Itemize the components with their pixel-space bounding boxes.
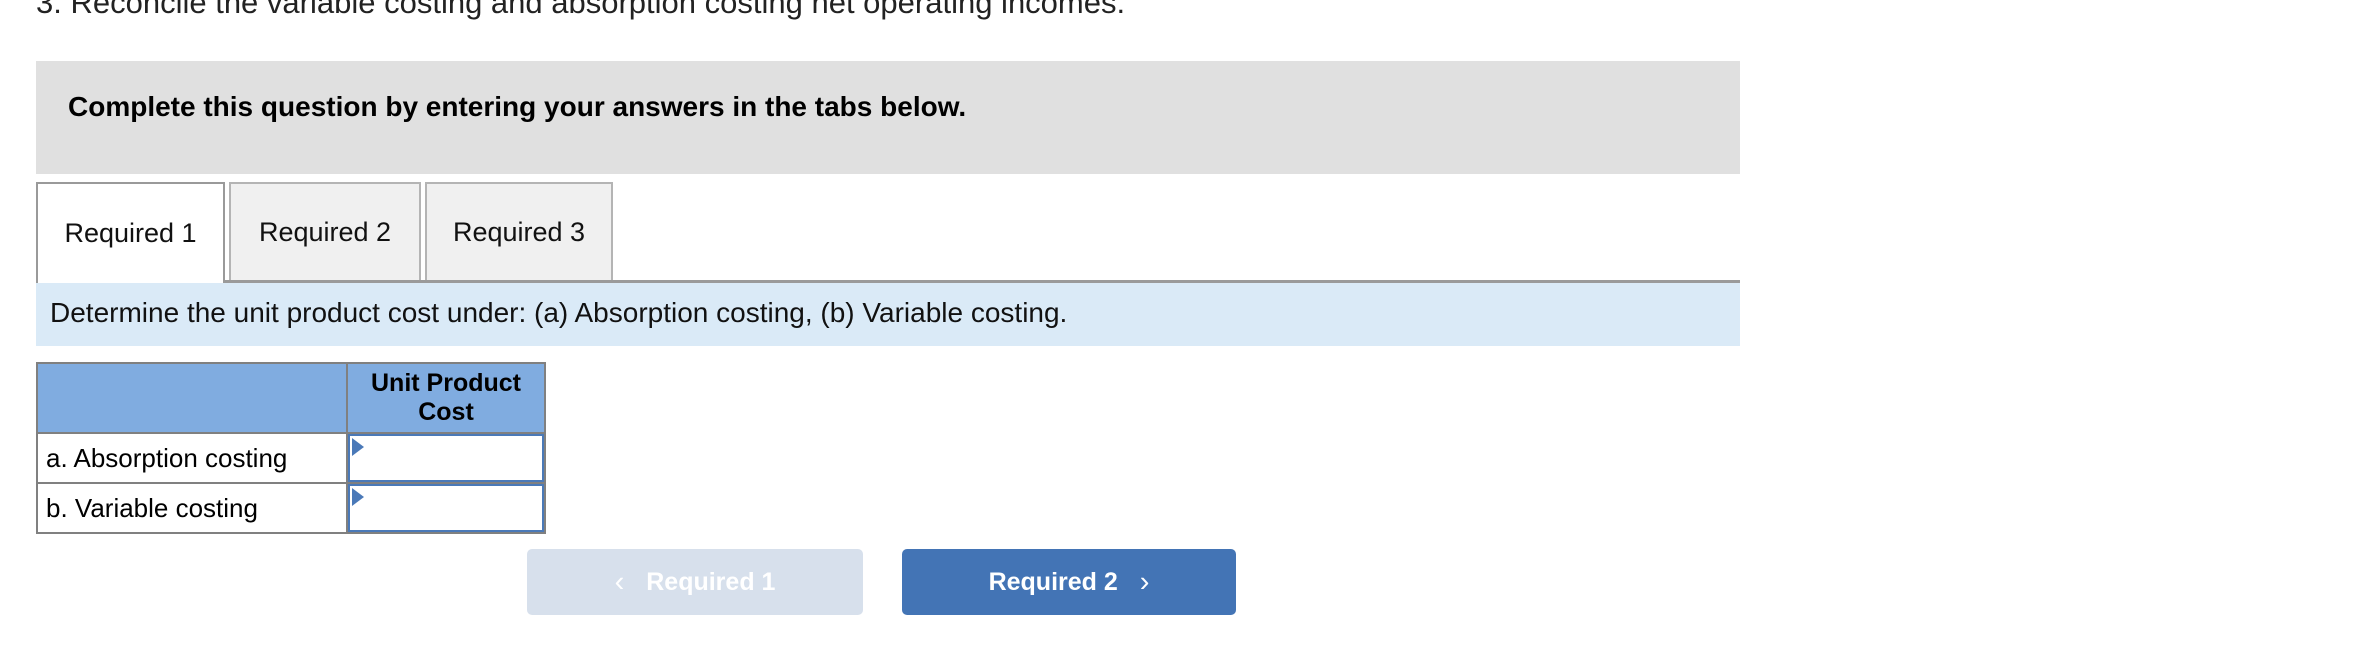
- tab-required-1-label: Required 1: [64, 218, 197, 248]
- tab-required-1[interactable]: Required 1: [36, 182, 225, 283]
- table-header-row: Unit Product Cost: [36, 362, 546, 434]
- table-header-unit-product-cost: Unit Product Cost: [346, 362, 546, 434]
- table-row: b. Variable costing: [36, 482, 546, 534]
- instruction-banner: Complete this question by entering your …: [36, 61, 1740, 174]
- row-value-variable-costing-cell[interactable]: [346, 482, 546, 534]
- instruction-banner-text: Complete this question by entering your …: [68, 91, 967, 122]
- answer-table: Unit Product Cost a. Absorption costing …: [36, 362, 546, 534]
- next-required-button-label: Required 2: [988, 567, 1118, 596]
- question-heading: 3. Reconcile the variable costing and ab…: [36, 0, 1126, 20]
- tab-required-2[interactable]: Required 2: [229, 182, 421, 280]
- row-label-absorption-costing: a. Absorption costing: [36, 432, 348, 484]
- chevron-right-icon: ›: [1139, 565, 1150, 598]
- previous-required-button-label: Required 1: [646, 567, 776, 596]
- input-box-variable-costing[interactable]: [348, 484, 544, 532]
- table-header-blank: [36, 362, 348, 434]
- cell-marker-triangle-icon: [352, 488, 364, 506]
- row-label-variable-costing: b. Variable costing: [36, 482, 348, 534]
- tab-strip: Required 1 Required 2 Required 3: [36, 182, 1740, 283]
- previous-required-button[interactable]: ‹ Required 1: [527, 549, 863, 615]
- row-value-absorption-costing-cell[interactable]: [346, 432, 546, 484]
- input-absorption-costing[interactable]: [366, 438, 539, 478]
- tab-required-3-label: Required 3: [452, 216, 586, 247]
- input-box-absorption-costing[interactable]: [348, 434, 544, 482]
- tab-required-3[interactable]: Required 3: [425, 182, 613, 280]
- requirement-bar: Determine the unit product cost under: (…: [36, 283, 1740, 346]
- cell-marker-triangle-icon: [352, 438, 364, 456]
- tab-required-2-label: Required 2: [258, 216, 392, 247]
- next-required-button[interactable]: Required 2 ›: [902, 549, 1236, 615]
- chevron-left-icon: ‹: [614, 565, 625, 598]
- input-variable-costing[interactable]: [366, 488, 539, 528]
- table-row: a. Absorption costing: [36, 432, 546, 484]
- requirement-bar-text: Determine the unit product cost under: (…: [50, 297, 1068, 328]
